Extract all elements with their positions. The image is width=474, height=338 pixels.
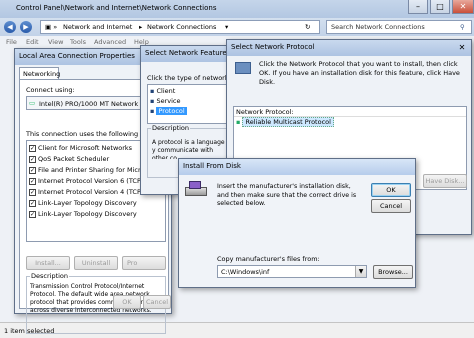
checkbox-icon[interactable]: ✓ [29,199,36,207]
browse-button[interactable]: Browse... [373,265,413,279]
lac-cancel-button[interactable]: Cancel [143,295,171,309]
breadcrumb-dropdown-icon[interactable]: ▾ [225,23,228,31]
menu-view[interactable]: View [48,38,63,46]
list-item-label: Link-Layer Topology Discovery [38,199,137,207]
protocol-icon: ▪ [150,107,155,115]
maximize-button[interactable]: □ [430,0,450,14]
client-icon: ▪ [150,87,155,95]
path-input[interactable]: C:\Windows\inf [221,268,269,276]
list-item-label: Client [156,87,176,95]
adapter-name: Intel(R) PRO/1000 MT Network C [39,100,145,108]
protocol-list-header-label: Network Protocol: [236,108,294,116]
list-item-label: Reliable Multicast Protocol [242,117,334,127]
menu-advanced[interactable]: Advanced [94,38,126,46]
checkbox-icon[interactable]: ✓ [29,166,36,174]
list-item-label: Internet Protocol Version 4 (TCP [38,188,141,196]
list-item[interactable]: ✓ File and Printer Sharing for Micro [29,166,144,174]
ifd-instruction: Insert the manufacturer's installation d… [217,183,357,207]
list-item-label: QoS Packet Scheduler [38,155,110,163]
ifd-title: Install From Disk [183,162,241,170]
forward-icon[interactable]: ▶ [20,21,32,33]
list-item[interactable]: ✓ Link-Layer Topology Discovery [29,210,137,218]
list-item-label: Protocol [156,107,187,115]
checkbox-icon[interactable]: ✓ [29,144,36,152]
list-item-label: Service [156,97,181,105]
network-protocol-icon [235,62,251,74]
list-item[interactable]: ▪ Protocol [150,107,187,115]
ifd-cancel-button[interactable]: Cancel [371,199,411,213]
uninstall-button[interactable]: Uninstall [74,256,118,270]
list-item[interactable]: ✓ Link-Layer Topology Discovery [29,199,137,207]
checkbox-icon[interactable]: ✓ [29,210,36,218]
checkbox-icon[interactable]: ✓ [29,177,36,185]
snft-description-text: A protocol is a language y communicate w… [152,139,225,159]
list-item[interactable]: ✓ Client for Microsoft Networks [29,144,132,152]
close-icon[interactable]: ✕ [455,42,469,54]
snp-title: Select Network Protocol [231,43,315,51]
refresh-icon[interactable]: ↻ [305,23,310,31]
minimize-button[interactable]: – [408,0,428,14]
snft-description-label: Description [151,124,191,132]
list-item[interactable]: ✓ Internet Protocol Version 6 (TCP [29,177,141,185]
properties-button[interactable]: Pro [122,256,166,270]
close-button[interactable]: ✕ [452,0,474,14]
install-from-disk-dialog: Install From Disk Insert the manufacture… [178,158,416,288]
list-item-label: Internet Protocol Version 6 (TCP [38,177,141,185]
snp-titlebar: Select Network Protocol ✕ [227,40,471,56]
menu-edit[interactable]: Edit [26,38,39,46]
explorer-title: Control Panel\Network and Internet\Netwo… [16,4,217,12]
copy-from-label: Copy manufacturer's files from: [217,255,320,263]
breadcrumb-separator-icon: ▸ [139,23,143,31]
description-label: Description [30,272,70,280]
search-icon: ⚲ [460,23,465,31]
list-item-label: Link-Layer Topology Discovery [38,210,137,218]
breadcrumb-network-connections[interactable]: Network Connections [147,23,216,31]
menu-file[interactable]: File [6,38,17,46]
address-bar[interactable]: ▣ » Network and Internet ▸ Network Conne… [40,20,320,34]
list-item[interactable]: ✓ QoS Packet Scheduler [29,155,109,163]
protocol-icon: ▪ [236,118,241,126]
install-button[interactable]: Install... [26,256,70,270]
checkbox-icon[interactable]: ✓ [29,188,36,196]
items-label: This connection uses the following items [26,130,159,138]
tab-networking[interactable]: Networking [19,67,61,79]
tab-networking-label: Networking [23,70,61,78]
menu-tools[interactable]: Tools [70,38,86,46]
ifd-titlebar: Install From Disk [179,159,415,175]
back-icon[interactable]: ◀ [4,21,16,33]
checkbox-icon[interactable]: ✓ [29,155,36,163]
snft-titlebar: Select Network Feature Typ [141,46,241,62]
protocol-list-header: Network Protocol: [234,107,466,117]
disk-drive-icon [185,181,209,199]
address-bar-area: ◀ ▶ ▣ » Network and Internet ▸ Network C… [0,18,474,36]
folder-icon: ▣ » [45,23,58,31]
explorer-titlebar: Control Panel\Network and Internet\Netwo… [0,0,474,18]
search-input[interactable]: Search Network Connections ⚲ [326,20,472,34]
list-item-label: File and Printer Sharing for Micro [38,166,145,174]
ifd-ok-button[interactable]: OK [371,183,411,197]
list-item[interactable]: ▪ Reliable Multicast Protocol [236,117,334,127]
list-item[interactable]: ✓ Internet Protocol Version 4 (TCP [29,188,141,196]
connect-using-label: Connect using: [26,86,75,94]
feature-type-list[interactable]: ▪ Client ▪ Service ▪ Protocol [147,84,229,124]
have-disk-button[interactable]: Have Disk... [423,174,467,188]
snp-instruction: Click the Network Protocol that you want… [259,60,460,86]
lac-title: Local Area Connection Properties [19,52,135,60]
network-adapter-icon: ▭ [29,99,36,107]
list-item[interactable]: ▪ Client [150,87,175,95]
service-icon: ▪ [150,97,155,105]
breadcrumb-network-internet[interactable]: Network and Internet [63,23,132,31]
dropdown-arrow-icon[interactable]: ▼ [355,266,366,277]
list-item-label: Client for Microsoft Networks [38,144,133,152]
list-item[interactable]: ▪ Service [150,97,181,105]
lac-ok-button[interactable]: OK [113,295,141,309]
search-placeholder: Search Network Connections [331,23,425,31]
path-combobox[interactable]: C:\Windows\inf ▼ [217,265,367,278]
